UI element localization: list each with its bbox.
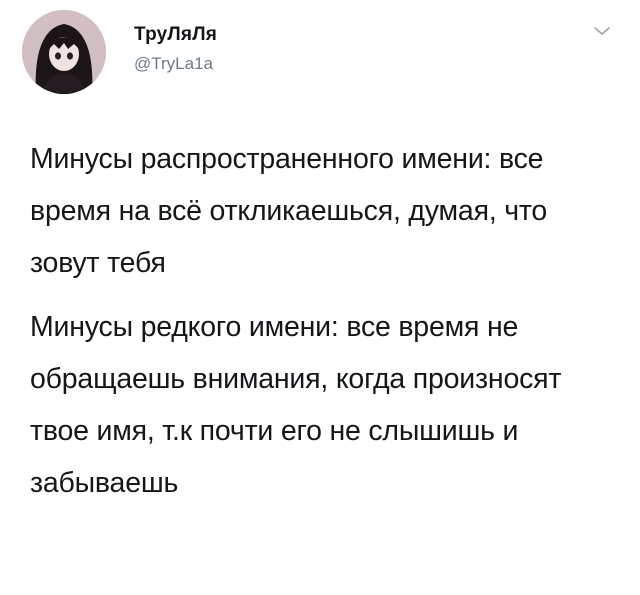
tweet-text: Минусы распространенного имени: все врем… (30, 133, 620, 509)
author-block: ТруЛяЛя @TryLa1a (134, 24, 217, 74)
tweet-card: ТруЛяЛя @TryLa1a Минусы распространенног… (0, 0, 640, 595)
author-handle[interactable]: @TryLa1a (134, 54, 217, 74)
avatar[interactable] (22, 10, 106, 94)
author-display-name[interactable]: ТруЛяЛя (134, 24, 217, 46)
chevron-down-icon[interactable] (591, 24, 613, 38)
tweet-paragraph-1: Минусы распространенного имени: все врем… (30, 143, 548, 279)
tweet-paragraph-2: Минусы редкого имени: все время не обращ… (30, 311, 562, 499)
